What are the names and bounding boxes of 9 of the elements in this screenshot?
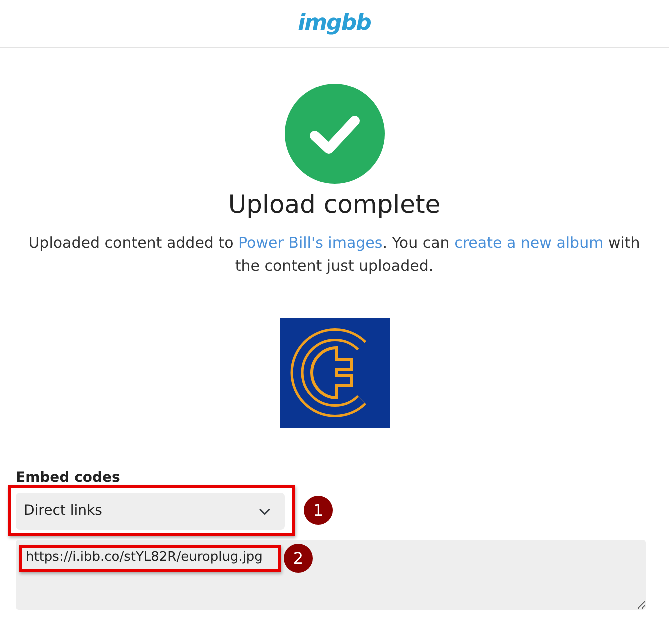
upload-title: Upload complete [228, 190, 441, 220]
album-link[interactable]: create a new album [454, 234, 604, 252]
upload-message: Uploaded content added to Power Bill's images. You can create a new album with the content just uploaded. [28, 233, 642, 277]
embed-codes-label: Embed codes [16, 469, 122, 488]
embed-type-select[interactable]: Direct links [16, 493, 285, 530]
album-link[interactable]: Power Bill's images [238, 234, 383, 252]
callout-badge: 1 [304, 496, 333, 525]
check-circle-icon [284, 84, 384, 184]
site-logo[interactable]: imgbb [298, 7, 371, 40]
